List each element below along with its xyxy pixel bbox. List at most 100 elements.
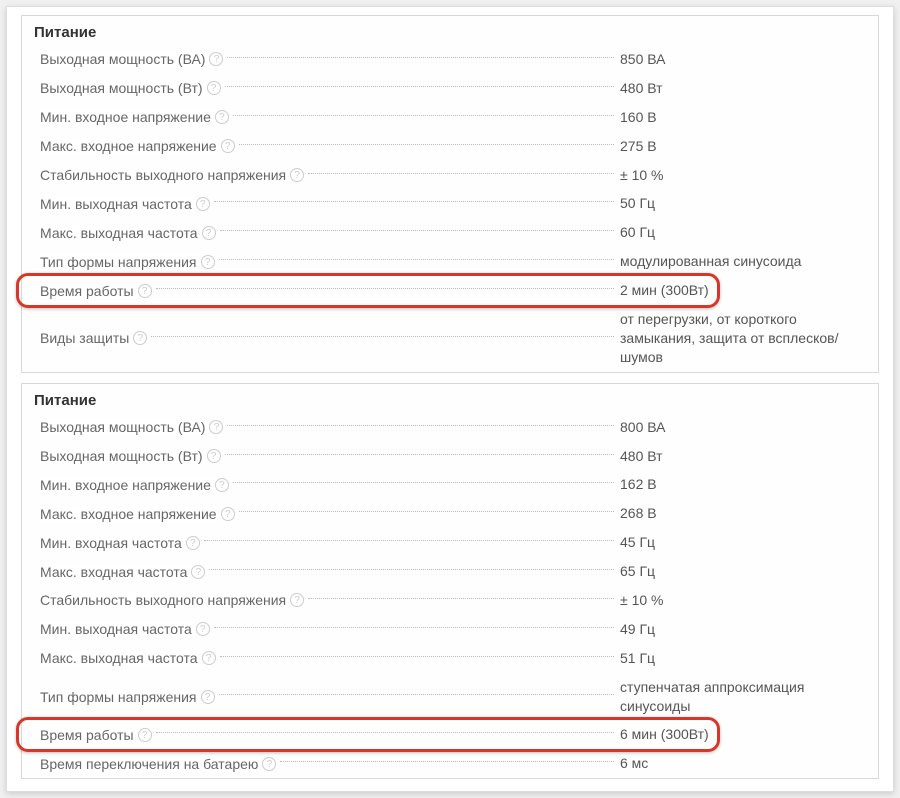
spec-row: Виды защиты?от перегрузки, от короткого … xyxy=(22,305,878,372)
spec-value: модулированная синусоида xyxy=(620,252,878,271)
spec-label: Мин. входное напряжение xyxy=(40,477,213,493)
spec-value: 162 В xyxy=(620,475,878,494)
spec-value: 2 мин (300Вт) xyxy=(620,281,878,300)
leader-dots xyxy=(225,454,614,455)
help-icon[interactable]: ? xyxy=(191,565,205,579)
leader-dots xyxy=(308,173,614,174)
spec-value: 6 мс xyxy=(620,754,878,773)
spec-label: Время переключения на батарею xyxy=(40,756,260,772)
spec-row: Макс. выходная частота?60 Гц xyxy=(22,218,878,247)
spec-row: Макс. входное напряжение?275 В xyxy=(22,132,878,161)
spec-row: Время работы? 2 мин (300Вт) xyxy=(22,276,878,305)
help-icon[interactable]: ? xyxy=(262,757,276,771)
spec-label: Виды защиты xyxy=(40,330,131,346)
leader-dots xyxy=(239,511,614,512)
spec-label-cell: Виды защиты? xyxy=(40,330,620,346)
rows-container: Выходная мощность (ВА)?800 ВАВыходная мо… xyxy=(22,413,878,779)
spec-label: Выходная мощность (ВА) xyxy=(40,51,207,67)
spec-row: Выходная мощность (ВА)?850 ВА xyxy=(22,45,878,74)
spec-label-cell: Макс. входное напряжение? xyxy=(40,138,620,154)
spec-label: Выходная мощность (ВА) xyxy=(40,419,207,435)
help-icon[interactable]: ? xyxy=(209,52,223,66)
help-icon[interactable]: ? xyxy=(138,284,152,298)
spec-label: Макс. входное напряжение xyxy=(40,138,219,154)
spec-value: 6 мин (300Вт) xyxy=(620,725,878,744)
spec-label: Мин. выходная частота xyxy=(40,196,194,212)
spec-row: Мин. выходная частота?50 Гц xyxy=(22,189,878,218)
leader-dots xyxy=(280,761,614,762)
help-icon[interactable]: ? xyxy=(201,255,215,269)
spec-value: ± 10 % xyxy=(620,166,878,185)
help-icon[interactable]: ? xyxy=(290,593,304,607)
spec-label: Мин. выходная частота xyxy=(40,621,194,637)
leader-dots xyxy=(204,540,614,541)
help-icon[interactable]: ? xyxy=(207,449,221,463)
leader-dots xyxy=(219,259,615,260)
help-icon[interactable]: ? xyxy=(221,139,235,153)
spec-label: Время работы xyxy=(40,283,136,299)
spec-value: 60 Гц xyxy=(620,223,878,242)
panel-title: Питание xyxy=(22,16,878,45)
spec-value: 50 Гц xyxy=(620,194,878,213)
spec-value: ± 10 % xyxy=(620,591,878,610)
spec-value: 51 Гц xyxy=(620,649,878,668)
leader-dots xyxy=(308,598,614,599)
spec-label: Макс. входное напряжение xyxy=(40,506,219,522)
spec-label-cell: Мин. входная частота? xyxy=(40,535,620,551)
help-icon[interactable]: ? xyxy=(202,651,216,665)
spec-label-cell: Выходная мощность (ВА)? xyxy=(40,51,620,67)
leader-dots xyxy=(239,144,614,145)
spec-row: Мин. входное напряжение?160 В xyxy=(22,103,878,132)
spec-row: Макс. входное напряжение?268 В xyxy=(22,499,878,528)
help-icon[interactable]: ? xyxy=(201,690,215,704)
leader-dots xyxy=(214,201,614,202)
spec-panel-2: Питание Выходная мощность (ВА)?800 ВАВых… xyxy=(21,383,879,780)
spec-label-cell: Мин. входное напряжение? xyxy=(40,477,620,493)
help-icon[interactable]: ? xyxy=(202,226,216,240)
help-icon[interactable]: ? xyxy=(186,536,200,550)
spec-label-cell: Макс. выходная частота? xyxy=(40,650,620,666)
spec-row: Макс. входная частота?65 Гц xyxy=(22,557,878,586)
spec-label: Тип формы напряжения xyxy=(40,689,199,705)
spec-row: Время работы?6 мин (300Вт) xyxy=(22,720,878,749)
spec-label: Мин. входное напряжение xyxy=(40,109,213,125)
help-icon[interactable]: ? xyxy=(196,622,210,636)
spec-label-cell: Макс. входная частота? xyxy=(40,564,620,580)
spec-label-cell: Мин. выходная частота? xyxy=(40,196,620,212)
spec-label-cell: Стабильность выходного напряжения? xyxy=(40,592,620,608)
rows-container: Выходная мощность (ВА)?850 ВАВыходная мо… xyxy=(22,45,878,372)
spec-row: Мин. входная частота?45 Гц xyxy=(22,528,878,557)
spec-row: Стабильность выходного напряжения?± 10 % xyxy=(22,161,878,190)
help-icon[interactable]: ? xyxy=(207,81,221,95)
help-icon[interactable]: ? xyxy=(196,197,210,211)
spec-label-cell: Время работы? xyxy=(40,727,620,743)
spec-label: Время работы xyxy=(40,727,136,743)
spec-label: Макс. выходная частота xyxy=(40,650,200,666)
help-icon[interactable]: ? xyxy=(138,728,152,742)
spec-row: Выходная мощность (ВА)?800 ВА xyxy=(22,413,878,442)
help-icon[interactable]: ? xyxy=(209,420,223,434)
leader-dots xyxy=(156,288,614,289)
spec-label: Макс. выходная частота xyxy=(40,225,200,241)
help-icon[interactable]: ? xyxy=(221,507,235,521)
leader-dots xyxy=(227,425,614,426)
spec-value: 160 В xyxy=(620,108,878,127)
spec-label-cell: Выходная мощность (ВА)? xyxy=(40,419,620,435)
spec-row: Стабильность выходного напряжения?± 10 % xyxy=(22,586,878,615)
help-icon[interactable]: ? xyxy=(215,478,229,492)
help-icon[interactable]: ? xyxy=(290,168,304,182)
help-icon[interactable]: ? xyxy=(215,110,229,124)
spec-row: Выходная мощность (Вт)?480 Вт xyxy=(22,442,878,471)
spec-value: 480 Вт xyxy=(620,447,878,466)
spec-value: 480 Вт xyxy=(620,79,878,98)
leader-dots xyxy=(227,57,614,58)
leader-dots xyxy=(233,482,614,483)
leader-dots xyxy=(220,656,615,657)
spec-label-cell: Мин. входное напряжение? xyxy=(40,109,620,125)
spec-value: 275 В xyxy=(620,137,878,156)
spec-label-cell: Тип формы напряжения? xyxy=(40,689,620,705)
spec-label-cell: Макс. выходная частота? xyxy=(40,225,620,241)
spec-label: Мин. входная частота xyxy=(40,535,184,551)
panel-title: Питание xyxy=(22,384,878,413)
help-icon[interactable]: ? xyxy=(133,331,147,345)
